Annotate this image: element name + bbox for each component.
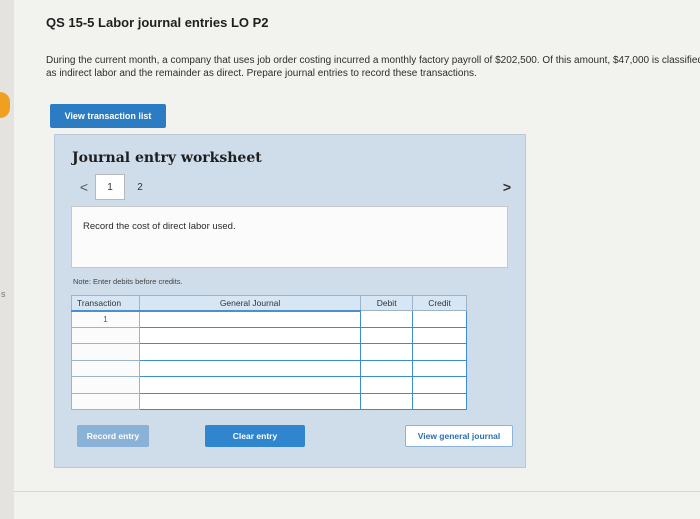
credit-input[interactable] <box>412 310 467 328</box>
transaction-cell <box>71 376 140 394</box>
transaction-cell <box>71 343 140 361</box>
record-instruction-box: Record the cost of direct labor used. <box>71 206 508 268</box>
chevron-left-icon[interactable]: < <box>73 179 95 195</box>
chevron-right-icon[interactable]: > <box>503 179 511 195</box>
debit-input[interactable] <box>360 343 414 361</box>
account-input[interactable] <box>138 326 362 344</box>
credit-input[interactable] <box>412 326 467 344</box>
debit-input[interactable] <box>360 310 414 328</box>
journal-entry-worksheet: Journal entry worksheet < 1 2 > Record t… <box>54 134 526 468</box>
worksheet-title: Journal entry worksheet <box>72 150 262 166</box>
table-row <box>71 343 467 361</box>
credit-input[interactable] <box>412 392 467 410</box>
debit-input[interactable] <box>360 392 414 410</box>
credit-input[interactable] <box>412 343 467 361</box>
table-row: 1 <box>71 310 467 328</box>
header-debit: Debit <box>360 295 414 311</box>
page-tab-1[interactable]: 1 <box>95 174 125 200</box>
left-strip <box>0 0 14 519</box>
record-instruction-text: Record the cost of direct labor used. <box>83 221 236 232</box>
transaction-cell <box>71 392 140 410</box>
header-credit: Credit <box>412 295 467 311</box>
page-title: QS 15-5 Labor journal entries LO P2 <box>46 15 269 30</box>
transaction-cell <box>71 359 140 377</box>
side-mark: s <box>1 289 6 299</box>
header-general-journal: General Journal <box>138 295 362 312</box>
account-input[interactable] <box>138 376 362 394</box>
transaction-cell <box>71 326 140 344</box>
table-row <box>71 376 467 394</box>
view-transaction-list-button[interactable]: View transaction list <box>50 104 166 128</box>
entry-note: Note: Enter debits before credits. <box>73 277 183 286</box>
record-entry-button[interactable]: Record entry <box>77 425 149 447</box>
table-row <box>71 392 467 410</box>
table-row <box>71 359 467 377</box>
page-tab-2[interactable]: 2 <box>125 174 155 200</box>
credit-input[interactable] <box>412 359 467 377</box>
account-input[interactable] <box>138 359 362 377</box>
credit-input[interactable] <box>412 376 467 394</box>
clear-entry-button[interactable]: Clear entry <box>205 425 305 447</box>
journal-table: Transaction General Journal Debit Credit… <box>71 295 467 410</box>
account-input[interactable] <box>138 343 362 361</box>
account-input[interactable] <box>138 392 362 410</box>
header-transaction: Transaction <box>71 295 140 312</box>
debit-input[interactable] <box>360 359 414 377</box>
table-row <box>71 326 467 344</box>
account-input[interactable] <box>138 310 362 328</box>
question-description: During the current month, a company that… <box>46 55 700 79</box>
view-general-journal-button[interactable]: View general journal <box>405 425 513 447</box>
question-page: QS 15-5 Labor journal entries LO P2 Duri… <box>14 0 700 519</box>
transaction-cell: 1 <box>71 310 140 328</box>
bottom-divider <box>14 491 700 492</box>
worksheet-pager: < 1 2 <box>73 174 155 200</box>
debit-input[interactable] <box>360 376 414 394</box>
debit-input[interactable] <box>360 326 414 344</box>
